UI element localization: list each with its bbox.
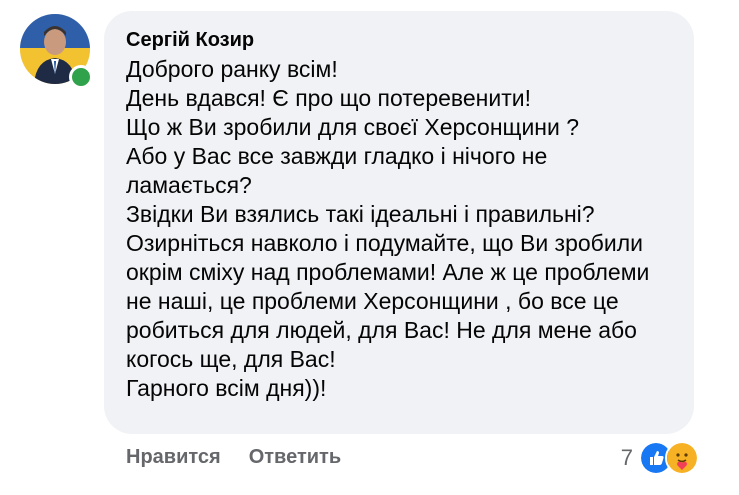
care-icon bbox=[665, 441, 699, 475]
reaction-count: 7 bbox=[620, 445, 633, 470]
reaction-summary[interactable]: 7 bbox=[621, 441, 699, 475]
reply-button[interactable]: Ответить bbox=[249, 446, 341, 468]
comment-text: Доброго ранку всім! День вдався! Є про щ… bbox=[126, 56, 650, 401]
comment-bubble: Сергій Козир Доброго ранку всім! День вд… bbox=[104, 11, 694, 434]
online-status-indicator bbox=[69, 65, 93, 89]
comment-author[interactable]: Сергій Козир bbox=[126, 28, 254, 52]
like-button[interactable]: Нравится bbox=[126, 446, 221, 468]
comment-actions: Нравится Ответить bbox=[126, 446, 341, 469]
